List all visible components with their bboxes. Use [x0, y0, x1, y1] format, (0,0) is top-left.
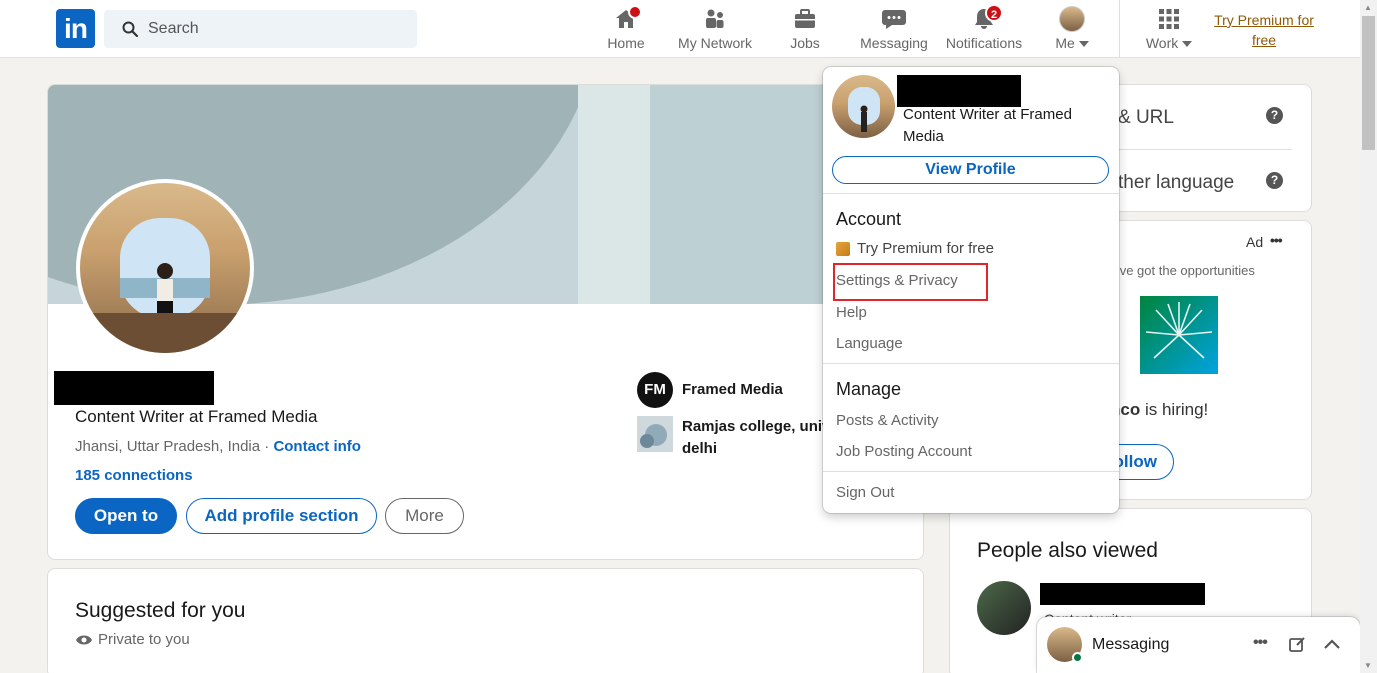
- nav-notifications[interactable]: 2 Notifications: [944, 4, 1024, 51]
- messaging-more-icon[interactable]: •••: [1253, 634, 1268, 652]
- people-also-viewed-title: People also viewed: [977, 539, 1158, 562]
- college-name-line2: delhi: [682, 440, 718, 457]
- posts-activity-menu-item[interactable]: Posts & Activity: [836, 412, 939, 429]
- me-avatar: [1059, 6, 1085, 32]
- ad-hiring-suffix: is hiring!: [1140, 400, 1209, 419]
- education[interactable]: Ramjas college, univ delhi: [637, 416, 830, 460]
- chevron-up-icon[interactable]: [1323, 639, 1341, 650]
- notifications-badge: 2: [985, 4, 1003, 22]
- try-premium-line2: free: [1251, 32, 1277, 48]
- manage-section-title: Manage: [836, 379, 902, 399]
- nav-work[interactable]: Work: [1142, 6, 1196, 51]
- messaging-overlay[interactable]: Messaging •••: [1037, 617, 1360, 673]
- suggested-title: Suggested for you: [75, 599, 246, 622]
- dropdown-headline: Content Writer at Framed Media: [903, 106, 1072, 145]
- open-to-button[interactable]: Open to: [75, 498, 177, 534]
- suggested-card: Suggested for you Private to you: [47, 568, 924, 673]
- profile-headline: Content Writer at Framed Media: [75, 407, 318, 426]
- grid-apps-icon: [1159, 9, 1179, 29]
- me-caret-down-icon: [1078, 41, 1089, 48]
- eye-icon: [76, 635, 92, 644]
- ad-label: Ad: [1246, 234, 1264, 250]
- help-menu-item[interactable]: Help: [836, 304, 867, 321]
- nav-me[interactable]: Me: [1052, 6, 1092, 51]
- nav-home[interactable]: Home: [604, 5, 648, 51]
- other-language-row[interactable]: ther language: [1118, 172, 1234, 194]
- briefcase-icon: [795, 9, 815, 28]
- job-posting-account-menu-item[interactable]: Job Posting Account: [836, 443, 972, 460]
- dropdown-redacted-name: [897, 75, 1021, 107]
- try-premium-link[interactable]: Try Premium for free: [1208, 10, 1320, 50]
- person-avatar[interactable]: [977, 581, 1031, 635]
- online-status-dot: [1072, 652, 1083, 663]
- ad-text: e've got the opportunities: [1110, 263, 1255, 278]
- edit-url-row[interactable]: & URL: [1118, 107, 1174, 129]
- aramco-logo-icon: [1140, 296, 1218, 374]
- nav-home-label: Home: [607, 35, 645, 51]
- nav-messaging-label: Messaging: [860, 35, 928, 51]
- redacted-person-name: [1040, 583, 1205, 605]
- messaging-title: Messaging: [1092, 636, 1170, 653]
- nav-jobs-label: Jobs: [790, 35, 820, 51]
- scroll-up-icon[interactable]: ▲: [1364, 3, 1372, 12]
- messaging-icon: [882, 10, 906, 29]
- suggested-privacy: Private to you: [98, 631, 190, 648]
- help-question-icon[interactable]: ?: [1266, 107, 1283, 124]
- sign-out-menu-item[interactable]: Sign Out: [836, 484, 894, 501]
- profile-location: Jhansi, Uttar Pradesh, India · Contact i…: [75, 438, 361, 455]
- ad-more-icon[interactable]: •••: [1270, 232, 1283, 248]
- search-box[interactable]: [104, 10, 417, 48]
- me-dropdown-menu: Content Writer at Framed Media View Prof…: [823, 67, 1119, 513]
- nav-my-network[interactable]: My Network: [676, 6, 754, 51]
- profile-photo[interactable]: [76, 179, 254, 357]
- page-scrollbar[interactable]: ▲ ▼: [1360, 0, 1377, 673]
- home-notification-dot: [628, 5, 642, 19]
- suggested-subtitle: Private to you: [75, 631, 190, 648]
- college-name-line1: Ramjas college, univ: [682, 418, 831, 435]
- work-caret-down-icon: [1182, 41, 1193, 48]
- nav-work-label: Work: [1145, 35, 1179, 51]
- nav-jobs[interactable]: Jobs: [785, 6, 825, 51]
- nav-divider: [1119, 0, 1120, 58]
- help-question-icon-2[interactable]: ?: [1266, 172, 1283, 189]
- scroll-down-icon[interactable]: ▼: [1364, 661, 1372, 670]
- more-button[interactable]: More: [385, 498, 464, 534]
- account-section-title: Account: [836, 209, 902, 229]
- company-name: Framed Media: [682, 381, 783, 398]
- profile-location-text: Jhansi, Uttar Pradesh, India ·: [75, 438, 274, 455]
- profile-card: Content Writer at Framed Media Jhansi, U…: [47, 84, 924, 560]
- linkedin-logo-icon[interactable]: in: [56, 9, 95, 48]
- search-input[interactable]: [148, 10, 408, 48]
- scrollbar-thumb[interactable]: [1362, 16, 1375, 150]
- framed-media-logo-icon: FM: [637, 372, 673, 408]
- redacted-name: [54, 371, 214, 405]
- dropdown-avatar[interactable]: [832, 75, 895, 138]
- language-menu-item[interactable]: Language: [836, 335, 903, 352]
- current-company[interactable]: FM Framed Media: [637, 372, 783, 408]
- my-network-icon: [706, 9, 724, 28]
- ad-hiring-text: nco is hiring!: [1110, 400, 1208, 420]
- settings-highlight-box: [833, 263, 988, 301]
- try-premium-label: Try Premium for free: [857, 240, 994, 257]
- premium-icon: [836, 241, 850, 256]
- connections-link[interactable]: 185 connections: [75, 467, 193, 484]
- top-nav: in Home My Network Jobs Messaging: [0, 0, 1360, 58]
- search-icon: [122, 21, 138, 37]
- nav-messaging[interactable]: Messaging: [860, 6, 928, 51]
- college-logo-icon: [637, 416, 673, 452]
- nav-my-network-label: My Network: [678, 35, 752, 51]
- profile-photo-image: [80, 218, 250, 353]
- try-premium-line1: Try Premium for: [1214, 12, 1314, 28]
- compose-message-icon[interactable]: [1289, 636, 1306, 653]
- view-profile-button[interactable]: View Profile: [832, 156, 1109, 184]
- nav-me-label: Me: [1055, 35, 1075, 51]
- contact-info-link[interactable]: Contact info: [273, 438, 361, 455]
- nav-notifications-label: Notifications: [945, 35, 1023, 51]
- try-premium-menu-item[interactable]: Try Premium for free: [836, 240, 994, 257]
- add-profile-section-button[interactable]: Add profile section: [186, 498, 377, 534]
